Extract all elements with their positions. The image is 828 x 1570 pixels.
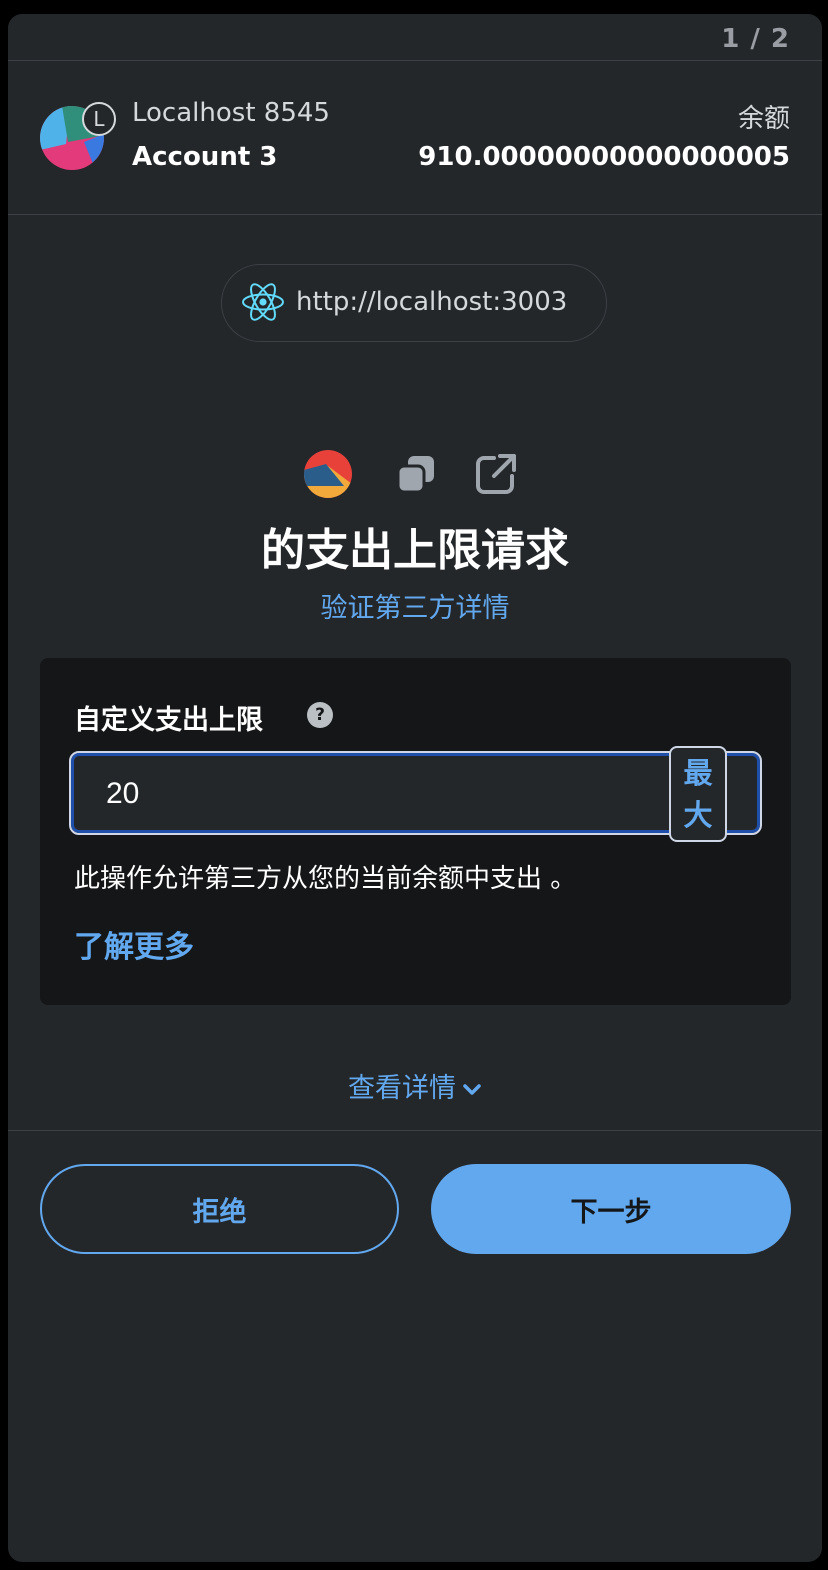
reject-button[interactable]: 拒绝 [40,1164,399,1254]
spending-cap-description: 此操作允许第三方从您的当前余额中支出 。 [74,864,577,894]
confirmation-window: 1 / 2 L Localhost 8545 Account 3 余额 910.… [8,14,822,1562]
account-name: Account 3 [132,142,278,172]
max-button-char: 最 [683,756,713,790]
max-button[interactable]: 最 大 [669,746,727,842]
view-details-label: 查看详情 [348,1073,456,1104]
request-title: 的支出上限请求 [261,525,569,576]
react-icon [242,283,284,321]
verify-third-party-link[interactable]: 验证第三方详情 [8,586,822,625]
view-details-toggle[interactable]: 查看详情 [8,1066,822,1105]
max-button-char: 大 [683,798,713,832]
chevron-down-icon [463,1083,481,1095]
account-divider [8,214,822,215]
learn-more-link[interactable]: 了解更多 [74,922,194,966]
header-divider [8,60,822,61]
spending-cap-label: 自定义支出上限 [74,705,263,736]
external-link-icon[interactable] [472,450,520,498]
balance-value: 910.00000000000000005 [418,142,790,172]
footer-divider [8,1130,822,1131]
next-button[interactable]: 下一步 [431,1164,791,1254]
token-icon [304,450,352,498]
network-name: Localhost 8545 [132,98,330,128]
help-icon[interactable]: ? [307,702,333,728]
balance-label: 余额 [737,104,790,134]
network-badge: L [82,102,116,136]
spending-cap-input[interactable] [74,756,698,832]
spending-cap-field [69,751,762,835]
spending-cap-card: 自定义支出上限 ? 最 大 此操作允许第三方从您的当前余额中支出 。 了解更多 [40,658,791,1005]
origin-pill: http://localhost:3003 [221,264,607,342]
pagination-indicator: 1 / 2 [721,24,790,54]
copy-icon[interactable] [392,450,440,498]
origin-url: http://localhost:3003 [296,287,568,317]
